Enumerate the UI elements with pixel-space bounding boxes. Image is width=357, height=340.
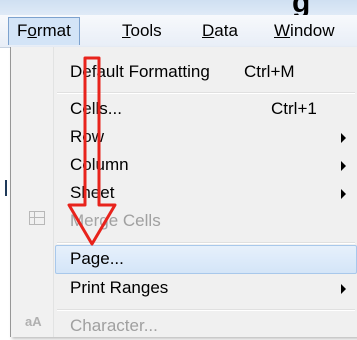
merge-cells-icon	[29, 211, 45, 225]
format-dropdown-menu: Default Formatting Ctrl+M Cells... Ctrl+…	[10, 47, 357, 337]
menu-item-character: aA Character...	[11, 312, 357, 340]
menu-bar: Format Tools Data Window	[0, 15, 357, 48]
menu-tools-label: Tools	[122, 21, 162, 40]
menu-window-label: Window	[274, 21, 335, 40]
background-mark	[5, 180, 7, 196]
window-title-strip: g	[0, 0, 357, 15]
menu-data[interactable]: Data	[202, 21, 238, 41]
menu-window[interactable]: Window	[274, 21, 334, 41]
menu-separator	[57, 242, 355, 244]
submenu-arrow-icon	[341, 284, 346, 294]
menu-item-print-ranges[interactable]: Print Ranges	[11, 274, 357, 302]
character-icon: aA	[25, 314, 42, 329]
menu-item-merge-cells: Merge Cells	[11, 207, 357, 235]
menu-item-label: Row	[70, 127, 105, 146]
title-fragment: g	[292, 0, 310, 15]
menu-item-page[interactable]: Page...	[11, 245, 357, 274]
menu-item-row[interactable]: Row	[11, 123, 357, 151]
menu-item-label: Merge Cells	[70, 211, 161, 230]
menu-separator	[57, 309, 355, 311]
menu-item-label: Character...	[70, 316, 158, 335]
menu-format[interactable]: Format	[8, 17, 80, 45]
menu-item-label: Page...	[70, 249, 124, 268]
menu-item-sheet[interactable]: Sheet	[11, 179, 357, 207]
menu-item-label: Sheet	[70, 183, 115, 202]
menu-item-shortcut: Ctrl+1	[271, 99, 317, 118]
menu-tools[interactable]: Tools	[122, 21, 162, 41]
menu-item-label: Default Formatting	[70, 62, 210, 81]
submenu-arrow-icon	[341, 189, 346, 199]
menu-item-column[interactable]: Column	[11, 151, 357, 179]
menu-separator	[57, 92, 355, 94]
menu-item-cells[interactable]: Cells... Ctrl+1	[11, 95, 357, 123]
submenu-arrow-icon	[341, 161, 346, 171]
menu-item-shortcut: Ctrl+M	[244, 62, 295, 81]
submenu-arrow-icon	[341, 133, 346, 143]
menu-item-label: Print Ranges	[70, 278, 169, 297]
menu-item-label: Column	[70, 155, 129, 174]
menu-format-label: Format	[17, 21, 71, 40]
menu-item-label: Cells...	[70, 99, 122, 118]
menu-item-default-formatting[interactable]: Default Formatting Ctrl+M	[11, 58, 357, 86]
menu-data-label: Data	[202, 21, 238, 40]
